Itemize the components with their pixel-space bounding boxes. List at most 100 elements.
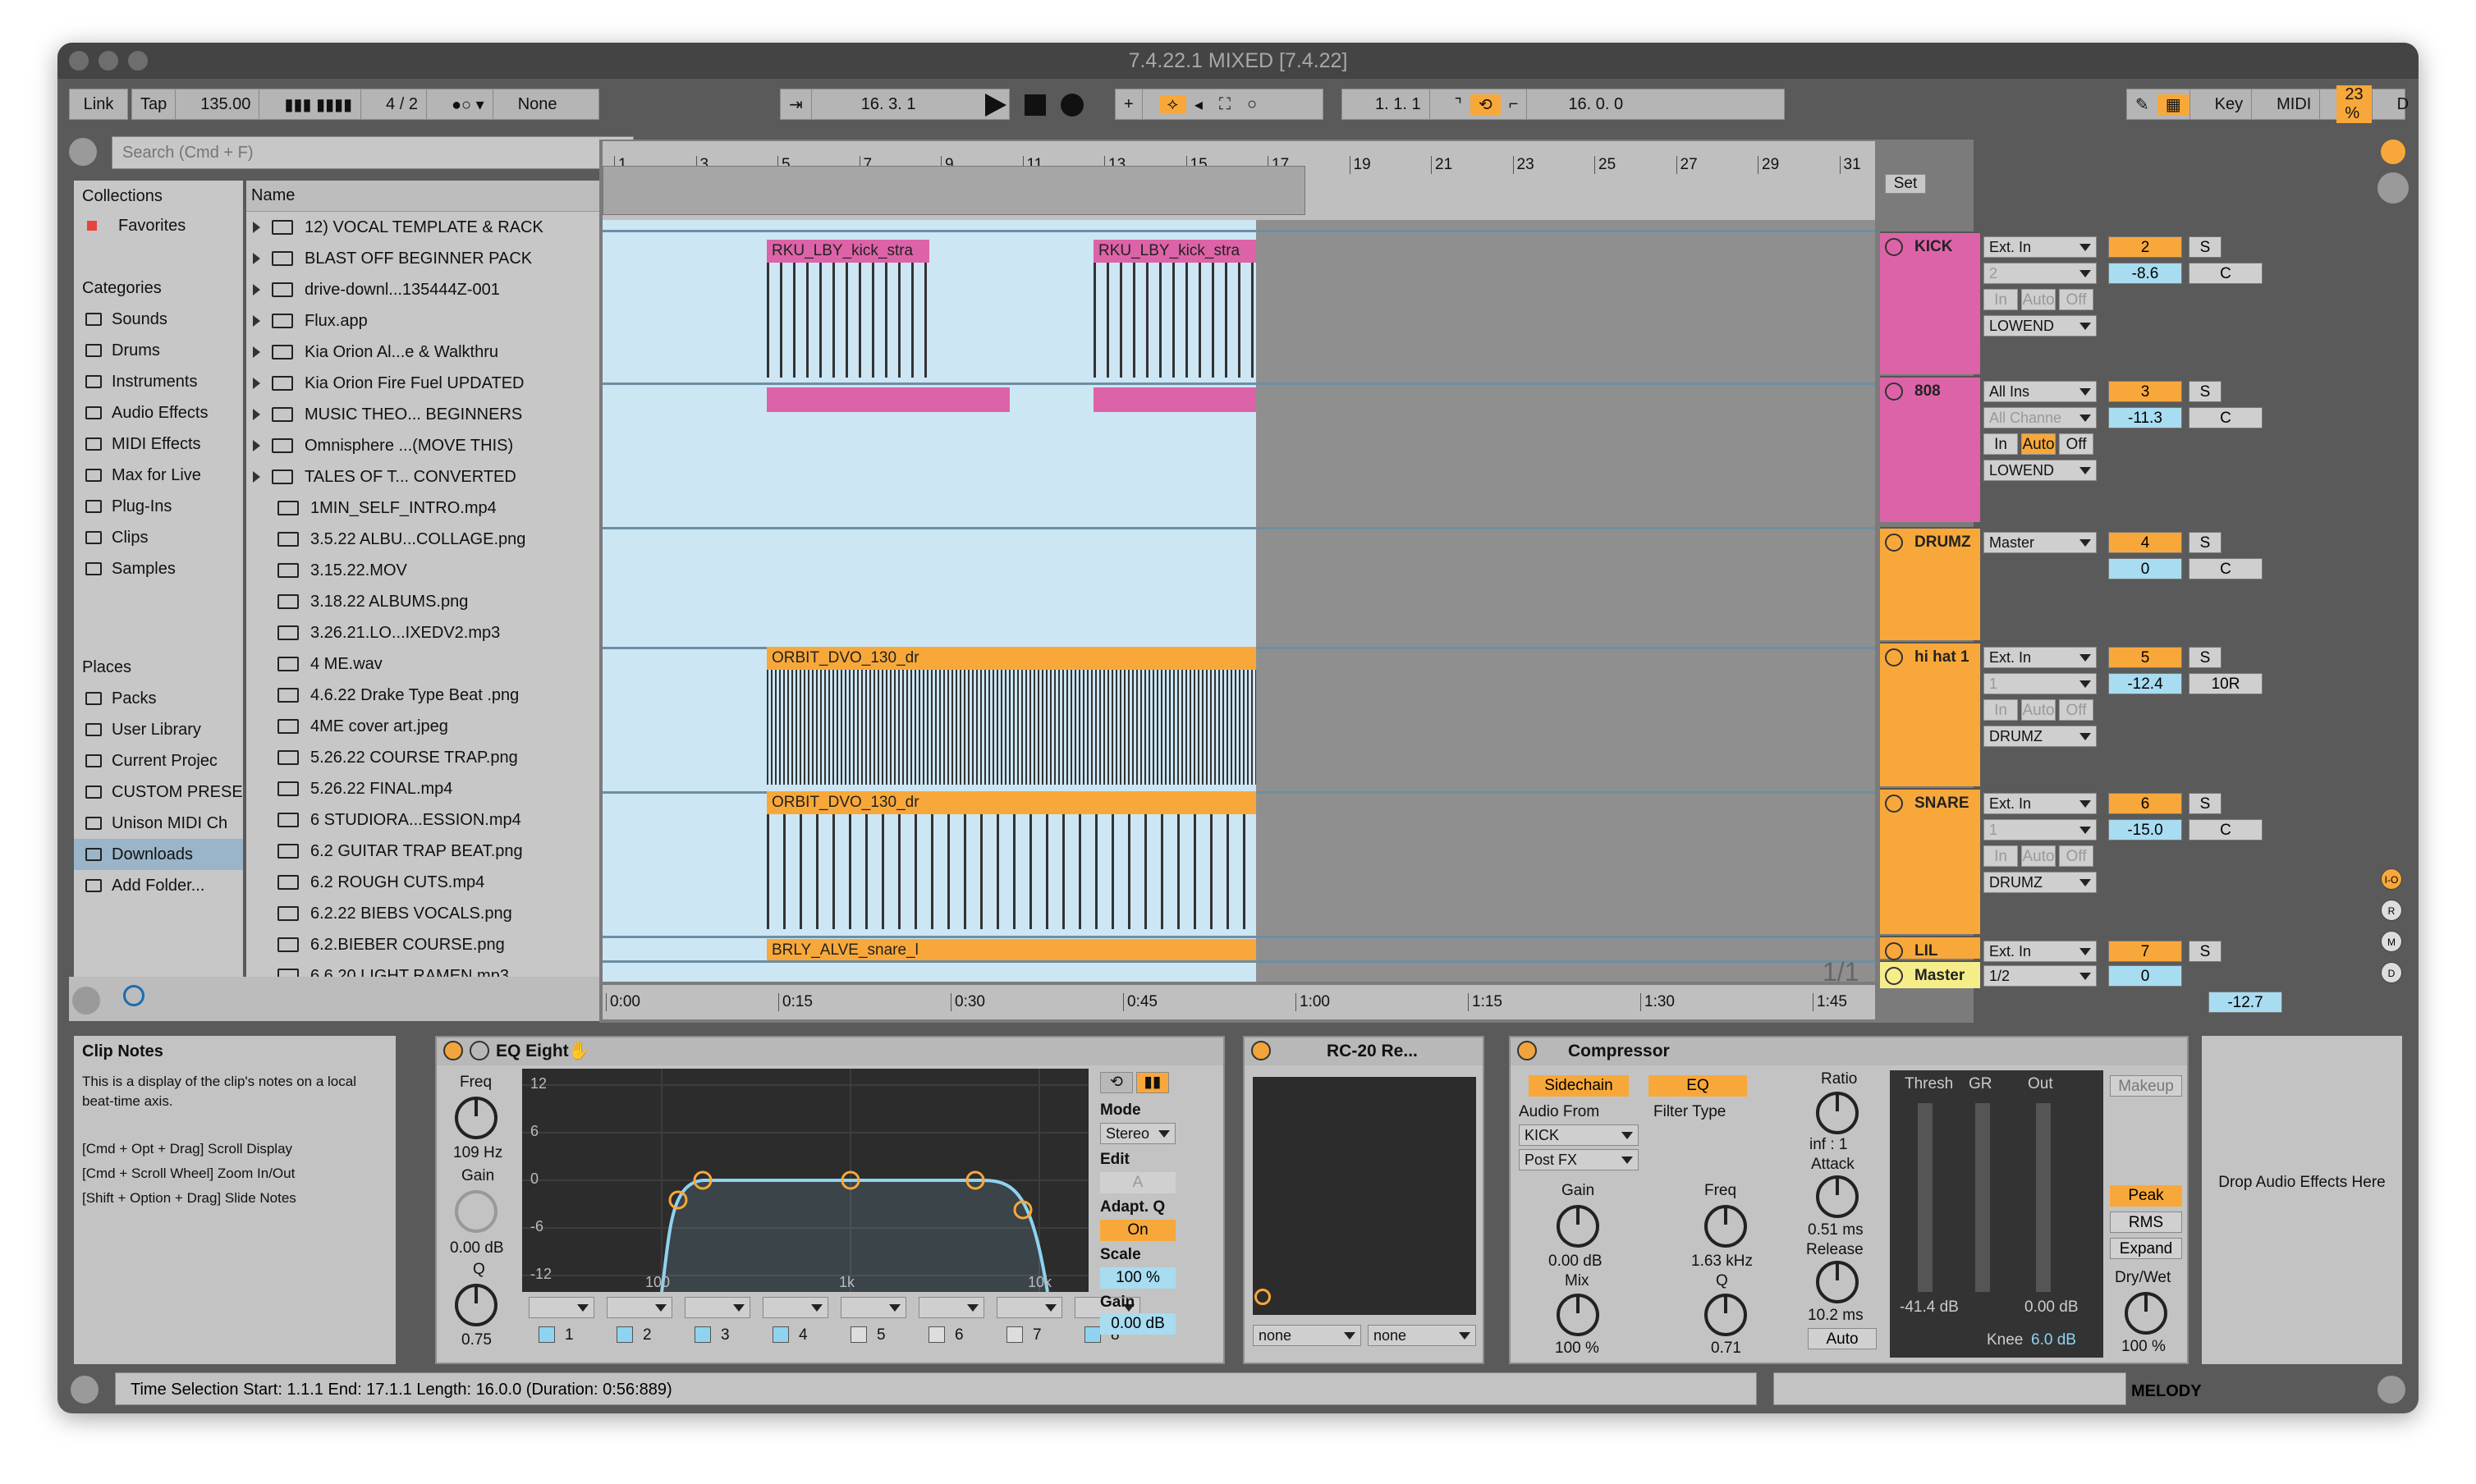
expand-arrow-icon[interactable] bbox=[253, 409, 260, 420]
browser-folder-item[interactable]: 12) VOCAL TEMPLATE & RACK bbox=[246, 212, 543, 243]
track-volume[interactable]: 0 bbox=[2108, 558, 2182, 579]
thresh-meter[interactable] bbox=[1918, 1103, 1933, 1292]
track-volume[interactable]: -12.4 bbox=[2108, 673, 2182, 694]
track-header[interactable]: LIL SNARE bbox=[1880, 936, 1980, 978]
expand-button[interactable]: Expand bbox=[2110, 1238, 2182, 1259]
browser-folder-item[interactable]: MUSIC THEO... BEGINNERS bbox=[246, 399, 522, 430]
track-input-select[interactable]: All Ins bbox=[1983, 381, 2097, 402]
track-fold-icon[interactable] bbox=[1885, 382, 1903, 401]
eq-filter-type-select[interactable] bbox=[529, 1297, 594, 1318]
track-input-select[interactable]: Ext. In bbox=[1983, 236, 2097, 258]
tempo-field[interactable]: 135.00 bbox=[192, 95, 259, 114]
browser-file-item[interactable]: 6.2.22 BIEBS VOCALS.png bbox=[246, 898, 512, 929]
eq-analyzer-icon[interactable]: ▮▮ bbox=[1136, 1072, 1169, 1093]
status-toggle-icon[interactable] bbox=[71, 1376, 99, 1404]
expand-arrow-icon[interactable] bbox=[253, 440, 260, 451]
browser-folder-item[interactable]: drive-downl...135444Z-001 bbox=[246, 274, 500, 305]
side-toggle-button[interactable]: R bbox=[2381, 900, 2402, 921]
comp-mix-knob[interactable] bbox=[1557, 1294, 1599, 1336]
comp-q-knob[interactable] bbox=[1704, 1294, 1747, 1336]
track-name[interactable]: Master bbox=[1914, 967, 1965, 985]
solo-button[interactable]: S bbox=[2189, 647, 2222, 668]
monitor-button[interactable]: In bbox=[1983, 289, 2018, 310]
overdub-icon[interactable]: + bbox=[1116, 95, 1142, 114]
browser-file-item[interactable]: 3.5.22 ALBU...COLLAGE.png bbox=[246, 524, 525, 555]
track-input-select[interactable]: Ext. In bbox=[1983, 941, 2097, 962]
eq-curve[interactable] bbox=[522, 1069, 1089, 1293]
track-fold-icon[interactable] bbox=[1885, 967, 1903, 985]
browser-file-item[interactable]: 5.26.22 COURSE TRAP.png bbox=[246, 742, 518, 773]
browser-file-item[interactable]: 4 ME.wav bbox=[246, 648, 383, 680]
session-record-icon[interactable]: ○ bbox=[1239, 95, 1265, 114]
sidebar-item-place[interactable]: Current Projec bbox=[74, 745, 218, 776]
loop-length-field[interactable]: 16. 0. 0 bbox=[1543, 95, 1631, 114]
eq-filter-type-select[interactable] bbox=[607, 1297, 672, 1318]
zoom-button[interactable] bbox=[128, 51, 148, 71]
track-input-select[interactable]: Master bbox=[1983, 532, 2097, 553]
sidebar-item-place[interactable]: Downloads bbox=[74, 839, 243, 870]
midi-map-button[interactable]: MIDI bbox=[2268, 95, 2319, 114]
eq-gain-knob[interactable] bbox=[455, 1190, 497, 1233]
track-volume[interactable]: -8.6 bbox=[2108, 263, 2182, 284]
comp-power-button[interactable] bbox=[1517, 1041, 1537, 1060]
minimize-button[interactable] bbox=[99, 51, 118, 71]
knee-value[interactable]: 6.0 dB bbox=[2031, 1331, 2076, 1349]
sidechain-button[interactable]: Sidechain bbox=[1529, 1075, 1629, 1097]
auto-release-button[interactable]: Auto bbox=[1808, 1328, 1877, 1349]
sidebar-item-category[interactable]: Samples bbox=[74, 553, 176, 584]
close-button[interactable] bbox=[69, 51, 89, 71]
clip-808-2[interactable] bbox=[1094, 387, 1256, 412]
drop-effects-area[interactable]: Drop Audio Effects Here bbox=[2202, 1036, 2402, 1364]
rms-button[interactable]: RMS bbox=[2110, 1211, 2182, 1233]
monitor-button[interactable]: Off bbox=[2059, 845, 2093, 867]
browser-file-item[interactable]: 3.18.22 ALBUMS.png bbox=[246, 586, 468, 617]
track-channel-select[interactable]: 2 bbox=[1983, 263, 2097, 284]
clip-kick-1[interactable]: RKU_LBY_kick_stra bbox=[767, 240, 929, 378]
capture-icon[interactable]: ⛶ bbox=[1211, 95, 1239, 114]
side-toggle-button[interactable]: M bbox=[2381, 931, 2402, 952]
draw-mode-icon[interactable]: ✎ bbox=[2127, 94, 2157, 115]
sidechain-eq-button[interactable]: EQ bbox=[1648, 1075, 1747, 1097]
search-input[interactable] bbox=[112, 136, 634, 169]
track-output-select[interactable]: LOWEND bbox=[1983, 460, 2097, 481]
track-header[interactable]: 808 bbox=[1880, 376, 1980, 522]
side-toggle-button[interactable]: I-O bbox=[2381, 868, 2402, 890]
track-pan[interactable]: C bbox=[2189, 558, 2263, 579]
browser-file-item[interactable]: 6 STUDIORA...ESSION.mp4 bbox=[246, 804, 521, 836]
browser-folder-item[interactable]: BLAST OFF BEGINNER PACK bbox=[246, 243, 532, 274]
record-icon[interactable] bbox=[1061, 94, 1084, 117]
track-name[interactable]: hi hat 1 bbox=[1914, 648, 1969, 666]
browser-file-item[interactable]: 4.6.22 Drake Type Beat .png bbox=[246, 680, 519, 711]
track-fold-icon[interactable] bbox=[1885, 942, 1903, 960]
eq-mode-select[interactable]: Stereo bbox=[1100, 1123, 1176, 1144]
sidebar-item-category[interactable]: Sounds bbox=[74, 304, 167, 335]
sidebar-item-category[interactable]: Drums bbox=[74, 335, 160, 366]
link-button[interactable]: Link bbox=[69, 89, 128, 120]
eq-band-toggle[interactable] bbox=[539, 1326, 555, 1343]
audio-tap-select[interactable]: Post FX bbox=[1519, 1149, 1639, 1170]
out-meter[interactable] bbox=[2036, 1103, 2051, 1292]
quantize-select[interactable]: None bbox=[510, 95, 566, 114]
track-name[interactable]: KICK bbox=[1914, 238, 1952, 256]
eq-band-toggle[interactable] bbox=[695, 1326, 711, 1343]
loop-switch-icon[interactable]: ⟲ bbox=[1470, 94, 1501, 115]
rc20-x-select[interactable]: none bbox=[1253, 1325, 1361, 1346]
browser-file-item[interactable]: 3.26.21.LO...IXEDV2.mp3 bbox=[246, 617, 500, 648]
sidebar-item-category[interactable]: Clips bbox=[74, 522, 148, 553]
rc20-xy-pad[interactable] bbox=[1253, 1077, 1476, 1315]
track-pan[interactable]: C bbox=[2189, 263, 2263, 284]
nudge-icon[interactable]: ▮▮▮ ▮▮▮▮ bbox=[276, 94, 360, 115]
set-button[interactable]: Set bbox=[1885, 174, 1926, 194]
track-fold-icon[interactable] bbox=[1885, 795, 1903, 813]
ratio-knob[interactable] bbox=[1816, 1092, 1859, 1134]
eq-outgain-field[interactable]: 0.00 dB bbox=[1100, 1313, 1176, 1335]
eq-band-toggle[interactable] bbox=[1084, 1326, 1101, 1343]
sidebar-item-favorites[interactable]: Favorites bbox=[74, 210, 186, 241]
expand-arrow-icon[interactable] bbox=[253, 253, 260, 264]
eq-band-toggle[interactable] bbox=[617, 1326, 633, 1343]
expand-arrow-icon[interactable] bbox=[253, 284, 260, 295]
track-pan[interactable]: 10R bbox=[2189, 673, 2263, 694]
attack-knob[interactable] bbox=[1816, 1175, 1859, 1218]
track-activator[interactable]: 0 bbox=[2108, 965, 2182, 987]
tap-button[interactable]: Tap bbox=[132, 95, 175, 114]
